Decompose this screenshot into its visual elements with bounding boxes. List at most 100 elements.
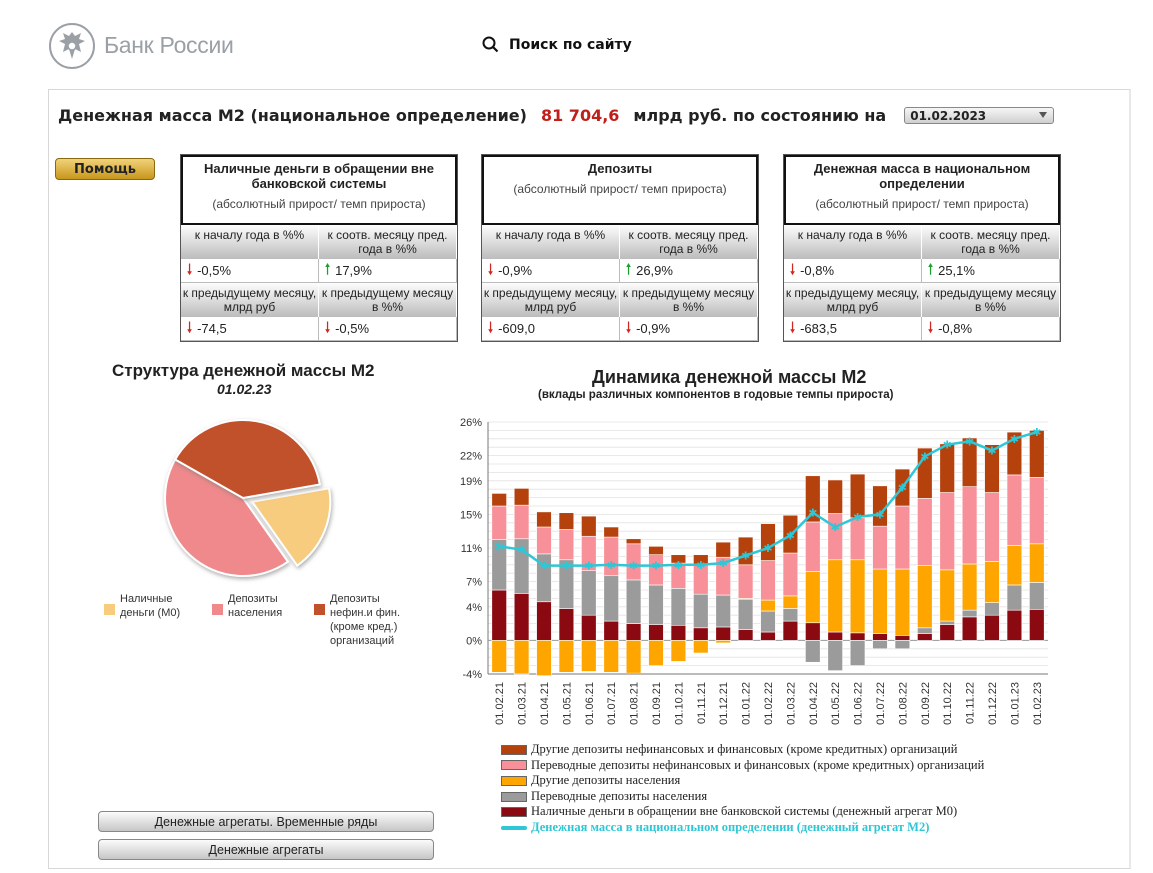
bar-legend-item: Другие депозиты населения — [501, 773, 984, 789]
m2-line-point: ✱ — [1032, 426, 1041, 439]
m2-line-point: ✱ — [987, 445, 996, 458]
pie-chart-date: 01.02.23 — [217, 381, 272, 397]
bar-segment — [715, 626, 731, 641]
bar-segment — [670, 640, 687, 662]
legend-line-swatch — [501, 825, 527, 830]
m2-line-point: ✱ — [920, 450, 929, 463]
bar-segment — [939, 492, 955, 571]
arrow-down-icon: 🠓 — [626, 318, 632, 335]
bar-segment — [805, 622, 821, 641]
bar-segment — [693, 593, 709, 629]
card-value: 🠓 -609,0 — [482, 317, 620, 341]
card-col-header: к соотв. месяцу пред. года в %% — [922, 225, 1060, 259]
card-col-header: к предыдущему месяцу, млрд руб — [181, 283, 319, 317]
card-value-text: -683,5 — [800, 321, 837, 336]
bar-legend-item: Переводные депозиты нефинансовых и финан… — [501, 758, 984, 774]
legend-label: Переводные депозиты населения — [531, 788, 708, 803]
m2-line-point: ✱ — [965, 435, 974, 448]
arrow-down-icon: 🠓 — [325, 318, 331, 335]
bar-segment — [603, 640, 619, 673]
bar-segment — [491, 505, 507, 540]
help-button[interactable]: Помощь — [55, 158, 155, 180]
card-value: 🠓 -0,5% — [319, 317, 457, 341]
m2-line-point: ✱ — [696, 559, 705, 572]
m2-line-point: ✱ — [517, 544, 526, 557]
search-label: Поиск по сайту — [509, 36, 632, 53]
card-value-text: -609,0 — [498, 321, 535, 336]
y-tick-label: 26% — [460, 417, 482, 429]
bar-segment — [558, 529, 575, 561]
headline-prefix: Денежная масса М2 (национальное определе… — [58, 106, 527, 125]
card-col-header: к началу года в %% — [181, 225, 319, 259]
bar-segment — [872, 568, 888, 634]
bar-segment — [670, 624, 687, 641]
bar-segment — [513, 504, 530, 540]
y-tick-label: 7% — [466, 577, 482, 589]
indicator-card: Наличные деньги в обращении вне банковск… — [180, 154, 458, 342]
bar-chart-legend: Другие депозиты нефинансовых и финансовы… — [501, 742, 984, 836]
card-value: 🠓 -0,5% — [181, 259, 319, 283]
y-tick-label: 15% — [460, 509, 482, 521]
bar-segment — [513, 640, 530, 675]
bar-segment — [917, 627, 933, 634]
x-tick-label: 01.08.21 — [629, 682, 641, 725]
x-tick-label: 01.06.21 — [584, 682, 596, 725]
card-col-header: к предыдущему месяцу, млрд руб — [784, 283, 922, 317]
bar-segment — [849, 632, 866, 641]
bar-legend-item: Другие депозиты нефинансовых и финансовы… — [501, 742, 984, 758]
y-tick-label: 19% — [460, 476, 482, 488]
y-tick-label: 0% — [466, 635, 482, 647]
monetary-aggregates-button[interactable]: Денежные агрегаты — [98, 839, 434, 860]
card-value-text: -74,5 — [197, 321, 227, 336]
card-value-text: -0,9% — [636, 321, 671, 336]
legend-swatch — [104, 604, 115, 615]
bar-legend-item: Переводные депозиты населения — [501, 789, 984, 805]
legend-swatch — [501, 791, 527, 802]
bar-segment — [894, 635, 911, 641]
bar-segment — [1006, 609, 1023, 641]
bar-segment — [760, 599, 776, 612]
time-series-button[interactable]: Денежные агрегаты. Временные ряды — [98, 811, 434, 832]
arrow-down-icon: 🠓 — [488, 318, 494, 335]
bar-segment — [849, 559, 866, 634]
m2-line-point: ✱ — [853, 511, 862, 524]
bar-segment — [827, 479, 843, 514]
card-col-header: к началу года в %% — [482, 225, 620, 259]
legend-swatch — [501, 744, 527, 755]
bar-segment — [536, 526, 552, 555]
arrow-down-icon: 🠓 — [790, 260, 796, 277]
pie-chart-title: Структура денежной массы М2 — [112, 361, 375, 380]
bank-emblem-icon[interactable] — [48, 22, 96, 70]
card-subtitle: (абсолютный прирост/ темп прироста) — [815, 197, 1029, 211]
card-subtitle: (абсолютный прирост/ темп прироста) — [513, 182, 727, 196]
search-link[interactable]: Поиск по сайту — [482, 36, 632, 53]
y-tick-label: 11% — [461, 543, 482, 555]
bar-legend-item: Денежная масса в национальном определени… — [501, 820, 984, 836]
bar-segment — [984, 602, 1000, 616]
x-tick-label: 01.09.22 — [920, 682, 932, 725]
card-title: Депозиты — [587, 161, 653, 176]
legend-label: Другие депозиты нефинансовых и финансовы… — [531, 742, 958, 756]
bank-name[interactable]: Банк России — [104, 32, 234, 59]
bar-segment — [827, 631, 843, 641]
bar-segment — [805, 640, 821, 663]
search-icon — [482, 36, 499, 53]
card-col-header: к предыдущему месяцу в %% — [319, 283, 457, 317]
card-value: 🠓 -74,5 — [181, 317, 319, 341]
bar-segment — [1006, 545, 1023, 586]
bar-segment — [872, 640, 888, 650]
bar-segment — [670, 588, 687, 626]
x-tick-label: 01.05.22 — [830, 682, 842, 725]
bar-segment — [760, 610, 776, 633]
x-tick-label: 01.06.22 — [853, 682, 865, 725]
bar-segment — [536, 601, 552, 641]
card-value: 🠓 -0,8% — [784, 259, 922, 283]
m2-line-point: ✱ — [875, 508, 884, 521]
pie-legend-item: Депозиты населения — [212, 592, 298, 620]
date-select[interactable]: 01.02.2023 — [904, 107, 1055, 124]
bar-segment — [536, 640, 552, 676]
bar-segment — [603, 620, 619, 641]
legend-label: Наличные деньги в обращении вне банковск… — [531, 804, 958, 819]
pie-legend-label: Депозиты нефин.и фин. (кроме кред.) орга… — [330, 593, 401, 647]
bar-segment — [625, 640, 642, 674]
